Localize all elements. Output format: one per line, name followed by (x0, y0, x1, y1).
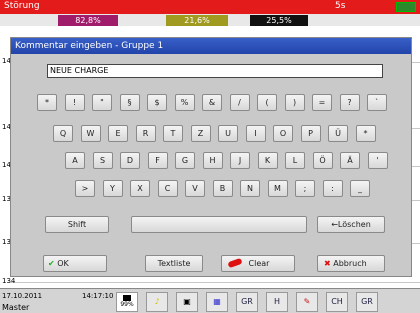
key-row2-9[interactable]: P (300, 125, 321, 142)
display-button[interactable]: ▣ (176, 292, 198, 312)
key-row1-3[interactable]: § (119, 94, 140, 111)
key-row4-6[interactable]: N (240, 180, 260, 197)
key-row1-5[interactable]: % (174, 94, 195, 111)
key-row4-9[interactable]: : (322, 180, 343, 197)
channel-value-row: 82,8% 21,6% 25,5% (0, 14, 420, 26)
key-row2-3[interactable]: R (135, 125, 156, 142)
gr-icon: GR (241, 297, 253, 306)
key-row3-7[interactable]: K (257, 152, 278, 169)
alarm-status-icon (396, 2, 416, 12)
trend-button[interactable]: ▦ (206, 292, 228, 312)
grid-line (10, 282, 420, 283)
key-row2-10[interactable]: Ü (328, 125, 348, 142)
y-axis-label: 134 (2, 277, 16, 285)
status-date: 17.10.2011 (2, 292, 43, 300)
abbruch-button[interactable]: ✖ Abbruch (317, 255, 385, 272)
gr-next-icon: GR (361, 297, 373, 306)
key-row1-9[interactable]: ) (284, 94, 305, 111)
abbruch-label: Abbruch (333, 259, 367, 268)
x-icon: ✖ (324, 259, 331, 268)
key-row1-11[interactable]: ? (339, 94, 360, 111)
eraser-icon (227, 257, 243, 269)
check-icon: ✔ (48, 259, 55, 268)
key-row3-9[interactable]: Ö (312, 152, 333, 169)
key-row2-7[interactable]: I (245, 125, 266, 142)
alarm-seconds: 5s (335, 1, 346, 11)
key-row2-2[interactable]: E (108, 125, 128, 142)
key-row4-0[interactable]: > (75, 180, 95, 197)
channel-value-3: 25,5% (250, 15, 308, 26)
key-row4-3[interactable]: C (157, 180, 178, 197)
key-row3-1[interactable]: S (92, 152, 113, 169)
screen-icon: ▣ (183, 297, 191, 306)
alarm-text: Störung (4, 1, 40, 11)
group-next-button[interactable]: GR (356, 292, 378, 312)
delete-key[interactable]: ←Löschen (317, 216, 385, 233)
shift-key[interactable]: Shift (45, 216, 109, 233)
key-row2-8[interactable]: O (273, 125, 293, 142)
key-row3-8[interactable]: L (285, 152, 305, 169)
memory-indicator: 99% (116, 292, 138, 312)
h-icon: H (273, 297, 280, 306)
comment-dialog: Kommentar eingeben - Gruppe 1 NEUE CHARG… (10, 37, 412, 277)
history-button[interactable]: H (266, 292, 288, 312)
key-row1-4[interactable]: $ (147, 94, 167, 111)
key-row2-0[interactable]: Q (53, 125, 73, 142)
key-row2-6[interactable]: U (218, 125, 238, 142)
key-row2-5[interactable]: Z (190, 125, 211, 142)
key-row2-1[interactable]: W (80, 125, 101, 142)
memory-label: 99% (120, 301, 134, 308)
clear-button[interactable]: Clear (221, 255, 295, 272)
space-key[interactable] (131, 216, 307, 233)
key-row4-1[interactable]: Y (102, 180, 123, 197)
ch-icon: CH (331, 297, 343, 306)
key-row3-4[interactable]: G (175, 152, 195, 169)
key-row4-4[interactable]: V (185, 180, 205, 197)
group-button[interactable]: GR (236, 292, 258, 312)
comment-input[interactable]: NEUE CHARGE (47, 64, 383, 78)
clear-label: Clear (248, 259, 270, 268)
dialog-title: Kommentar eingeben - Gruppe 1 (11, 38, 411, 54)
key-row2-11[interactable]: * (355, 125, 376, 142)
status-time: 14:17:10 (82, 292, 114, 300)
key-row1-8[interactable]: ( (257, 94, 277, 111)
key-row1-7[interactable]: / (229, 94, 250, 111)
trend-icon: ▦ (213, 297, 221, 306)
key-row1-10[interactable]: = (312, 94, 332, 111)
alarm-bell-button[interactable]: ♪ (146, 292, 168, 312)
key-row2-4[interactable]: T (163, 125, 183, 142)
ok-button[interactable]: ✔ OK (43, 255, 107, 272)
ok-label: OK (57, 259, 69, 268)
key-row3-6[interactable]: J (230, 152, 250, 169)
key-row3-5[interactable]: H (202, 152, 223, 169)
key-row1-2[interactable]: " (92, 94, 112, 111)
key-row1-12[interactable]: ` (367, 94, 387, 111)
textliste-button[interactable]: Textliste (145, 255, 203, 272)
bell-icon: ♪ (154, 297, 160, 306)
key-row1-6[interactable]: & (202, 94, 222, 111)
key-row3-11[interactable]: ' (367, 152, 388, 169)
key-row4-2[interactable]: X (130, 180, 150, 197)
key-row3-3[interactable]: F (147, 152, 168, 169)
key-row4-8[interactable]: ; (295, 180, 315, 197)
alarm-bar[interactable]: Störung 5s (0, 0, 420, 14)
key-row1-1[interactable]: ! (64, 94, 85, 111)
key-row4-5[interactable]: B (212, 180, 233, 197)
key-row3-2[interactable]: D (120, 152, 140, 169)
channel-value-1: 82,8% (58, 15, 118, 26)
status-bar: 17.10.2011 14:17:10 Master 99% ♪ ▣ ▦ GR … (0, 288, 420, 313)
pen-button[interactable]: ✎ (296, 292, 318, 312)
channel-button[interactable]: CH (326, 292, 348, 312)
key-row3-0[interactable]: A (65, 152, 85, 169)
key-row1-0[interactable]: * (37, 94, 57, 111)
key-row4-7[interactable]: M (267, 180, 288, 197)
status-user: Master (2, 303, 30, 312)
pen-icon: ✎ (303, 297, 311, 306)
key-row3-10[interactable]: Ä (340, 152, 360, 169)
key-row4-10[interactable]: _ (350, 180, 370, 197)
channel-value-2: 21,6% (166, 15, 228, 26)
